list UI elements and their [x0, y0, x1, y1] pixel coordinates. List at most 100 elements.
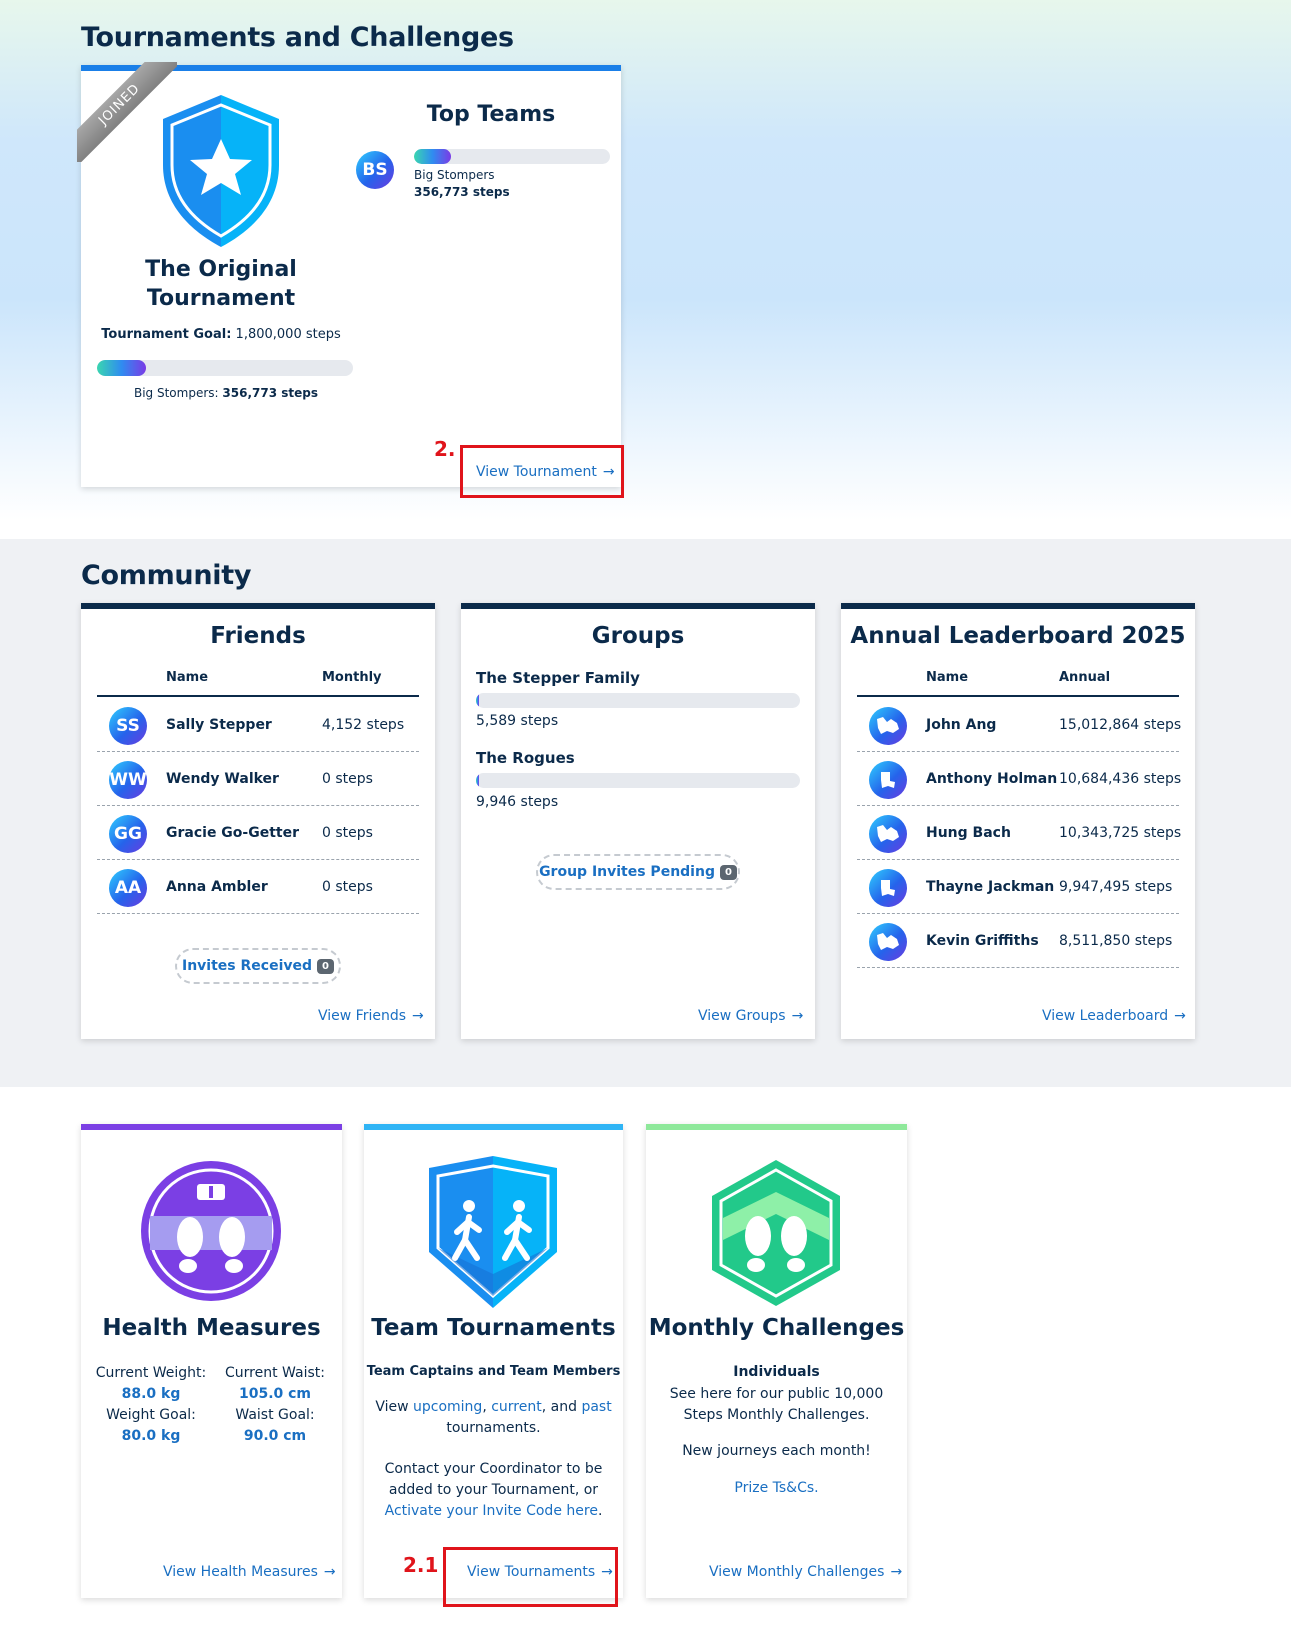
- view-leaderboard-label: View Leaderboard: [1042, 1008, 1169, 1024]
- current-waist-value: 105.0 cm: [238, 1386, 312, 1402]
- friend-avatar: GG: [109, 815, 147, 853]
- group-invites-pending-button[interactable]: Group Invites Pending 0: [536, 854, 740, 890]
- friends-card: Friends Name Monthly SS Sally Stepper 4,…: [81, 603, 435, 1039]
- card-accent-bar: [364, 1124, 623, 1130]
- weight-goal-value: 80.0 kg: [121, 1428, 181, 1444]
- friend-steps: 0 steps: [322, 771, 373, 787]
- current-weight-value: 88.0 kg: [121, 1386, 181, 1402]
- tournament-goal: Tournament Goal: 1,800,000 steps: [91, 327, 351, 342]
- row-divider: [97, 751, 419, 752]
- waist-goal-value: 90.0 cm: [243, 1428, 307, 1444]
- row-divider: [857, 751, 1179, 752]
- current-link[interactable]: current: [491, 1399, 542, 1415]
- leaderboard-steps: 10,684,436 steps: [1059, 771, 1182, 787]
- team-tournaments-card: Team Tournaments Team Captains and Team …: [364, 1124, 623, 1598]
- view-groups-link[interactable]: View Groups →: [698, 1008, 803, 1024]
- health-scale-icon: [141, 1161, 281, 1301]
- contact-coordinator-text: Contact your Coordinator to be added to …: [364, 1459, 623, 1522]
- prize-terms-link[interactable]: Prize Ts&Cs.: [646, 1478, 907, 1499]
- view-leaderboard-link[interactable]: View Leaderboard →: [1042, 1008, 1186, 1024]
- leaderboard-steps: 9,947,495 steps: [1059, 879, 1173, 895]
- tournaments-word: tournaments.: [446, 1420, 541, 1436]
- leaderboard-card: Annual Leaderboard 2025 Name Annual John…: [841, 603, 1195, 1039]
- annotation-label-2-1: 2.1: [403, 1553, 439, 1577]
- row-divider: [857, 805, 1179, 806]
- invites-received-button[interactable]: Invites Received 0: [175, 948, 341, 984]
- team-walkers-shield-icon: [429, 1156, 557, 1308]
- friend-steps: 0 steps: [322, 879, 373, 895]
- group-name: The Stepper Family: [476, 669, 640, 687]
- arrow-right-icon: →: [1174, 1008, 1186, 1024]
- contact-line2: added to your Tournament, or: [388, 1482, 599, 1498]
- monthly-subtitle: Individuals: [733, 1364, 820, 1380]
- friend-steps: 0 steps: [322, 825, 373, 841]
- arrow-right-icon: →: [323, 1564, 336, 1580]
- tournament-progress-fill: [97, 360, 146, 376]
- group-invites-pending-label: Group Invites Pending: [539, 864, 715, 880]
- groups-card: Groups The Stepper Family 5,589 steps Th…: [461, 603, 815, 1039]
- top-teams-title: Top Teams: [426, 102, 556, 127]
- leaderboard-map-avatar-icon: [869, 869, 907, 907]
- team-tournaments-title: Team Tournaments: [371, 1315, 616, 1341]
- tournament-shield-icon: [163, 95, 279, 247]
- leaderboard-steps: 10,343,725 steps: [1059, 825, 1182, 841]
- monthly-new-journeys: New journeys each month!: [682, 1443, 871, 1459]
- card-accent-bar: [461, 603, 815, 609]
- tournaments-section-title: Tournaments and Challenges: [81, 22, 514, 53]
- leaderboard-title: Annual Leaderboard 2025: [850, 623, 1186, 649]
- top-team-steps: 356,773 steps: [414, 185, 510, 199]
- original-tournament-card: JOINED The Original Tournament Tournamen…: [77, 62, 621, 487]
- card-accent-bar: [841, 603, 1195, 609]
- group-progress-fill: [476, 773, 480, 788]
- row-divider: [857, 859, 1179, 860]
- friend-name: Gracie Go-Getter: [166, 825, 299, 841]
- monthly-line2: Steps Monthly Challenges.: [683, 1407, 870, 1423]
- friend-avatar: SS: [109, 707, 147, 745]
- leaderboard-name: Kevin Griffiths: [926, 933, 1039, 949]
- current-waist-label: Current Waist:: [225, 1365, 325, 1381]
- annotation-box-2-1: [443, 1547, 618, 1607]
- view-friends-link[interactable]: View Friends →: [318, 1008, 424, 1024]
- card-accent-bar: [81, 1124, 342, 1130]
- monthly-challenges-card: Monthly Challenges Individuals See here …: [646, 1124, 907, 1598]
- progress-label: Big Stompers:: [133, 386, 219, 400]
- friend-name: Anna Ambler: [166, 879, 268, 895]
- contact-line1: Contact your Coordinator to be: [384, 1461, 603, 1477]
- comma-text: ,: [482, 1399, 492, 1415]
- activate-invite-code-link[interactable]: Activate your Invite Code here: [385, 1503, 598, 1519]
- current-weight: Current Weight: 88.0 kg Weight Goal: 80.…: [91, 1363, 211, 1447]
- view-health-measures-link[interactable]: View Health Measures →: [163, 1564, 336, 1580]
- current-waist: Current Waist: 105.0 cm Waist Goal: 90.0…: [215, 1363, 335, 1447]
- view-monthly-challenges-link[interactable]: View Monthly Challenges →: [709, 1564, 902, 1580]
- view-tournaments-text: View upcoming, current, and past tournam…: [364, 1397, 623, 1439]
- tournament-name-line2: Tournament: [146, 286, 296, 311]
- team-tournaments-subtitle: Team Captains and Team Members: [366, 1364, 621, 1379]
- friends-header-rule: [97, 695, 419, 697]
- friend-steps: 4,152 steps: [322, 717, 405, 733]
- row-divider: [97, 913, 419, 914]
- card-accent-bar: [646, 1124, 907, 1130]
- friend-name: Sally Stepper: [166, 717, 272, 733]
- goal-label: Tournament Goal:: [101, 327, 232, 342]
- leaderboard-name: Anthony Holman: [926, 771, 1058, 787]
- leaderboard-map-avatar-icon: [869, 923, 907, 961]
- arrow-right-icon: →: [412, 1008, 424, 1024]
- past-link[interactable]: past: [581, 1399, 611, 1415]
- friend-avatar: AA: [109, 869, 147, 907]
- leaderboard-name: John Ang: [926, 717, 997, 733]
- leaderboard-header-rule: [857, 695, 1179, 697]
- card-accent-bar: [81, 603, 435, 609]
- leaderboard-col-annual: Annual: [1059, 670, 1111, 685]
- leaderboard-name: Hung Bach: [926, 825, 1011, 841]
- group-name: The Rogues: [476, 749, 575, 767]
- top-team-name: Big Stompers: [414, 168, 495, 182]
- group-progress-bar: [476, 693, 800, 708]
- leaderboard-steps: 8,511,850 steps: [1059, 933, 1173, 949]
- tournament-progress-bar: [97, 360, 353, 376]
- row-divider: [97, 805, 419, 806]
- upcoming-link[interactable]: upcoming: [413, 1399, 482, 1415]
- goal-value: 1,800,000 steps: [235, 327, 341, 342]
- leaderboard-map-avatar-icon: [869, 815, 907, 853]
- health-measures-card: Health Measures Current Weight: 88.0 kg …: [81, 1124, 342, 1598]
- group-steps: 5,589 steps: [476, 713, 559, 729]
